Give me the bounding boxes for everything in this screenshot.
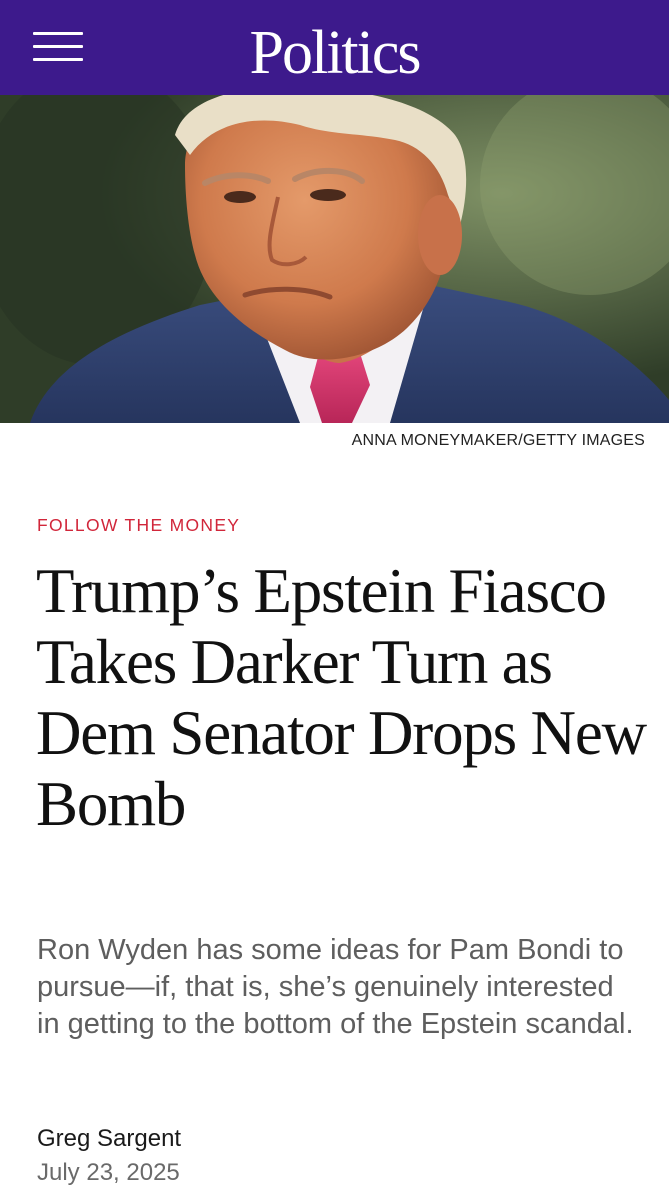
site-header: Politics (0, 0, 669, 95)
byline-author[interactable]: Greg Sargent (37, 1124, 181, 1154)
section-logo[interactable]: Politics (0, 18, 669, 88)
byline-date: July 23, 2025 (37, 1159, 180, 1186)
photo-credit: ANNA MONEYMAKER/GETTY IMAGES (351, 432, 645, 449)
article-headline: Trump’s Epstein Fiasco Takes Darker Turn… (36, 556, 647, 839)
article-dek: Ron Wyden has some ideas for Pam Bondi t… (37, 934, 634, 1040)
article-kicker[interactable]: FOLLOW THE MONEY (37, 514, 240, 536)
hero-photo (0, 95, 669, 423)
portrait-image (0, 95, 669, 423)
